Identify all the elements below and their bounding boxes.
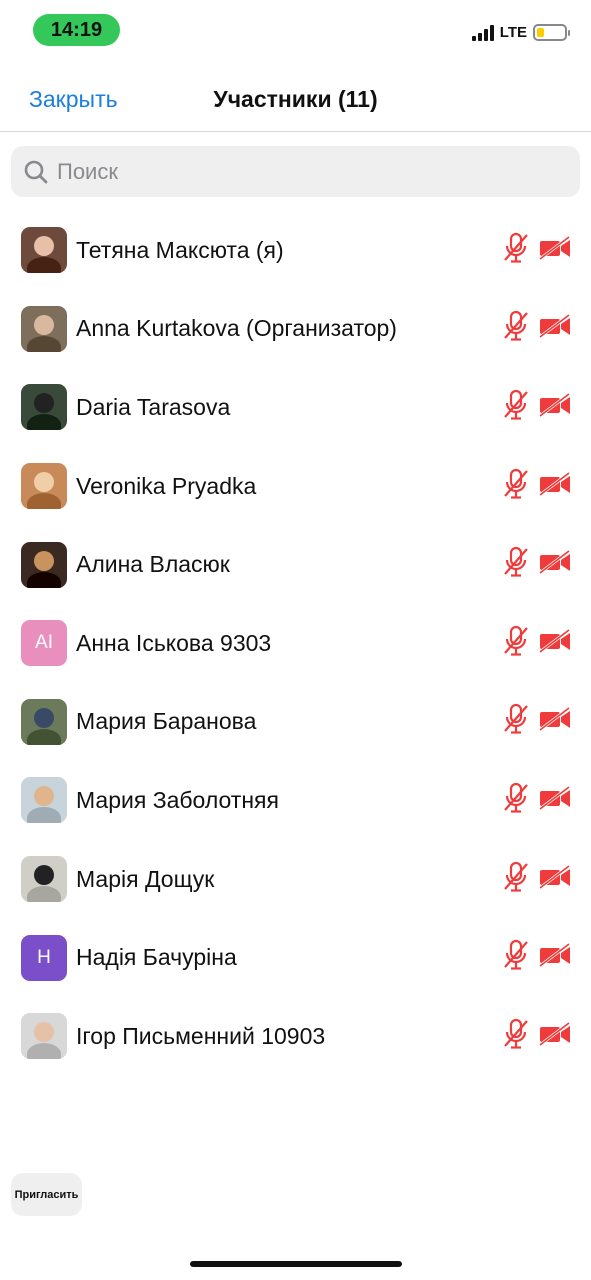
participant-status-icons (503, 703, 571, 740)
video-off-icon (539, 314, 571, 343)
avatar (21, 305, 67, 352)
status-time[interactable]: 14:19 (33, 14, 120, 46)
video-off-icon (539, 942, 571, 972)
battery-level (537, 28, 544, 37)
search-icon (24, 160, 48, 183)
avatar (21, 856, 67, 903)
video-off-icon (539, 392, 571, 422)
participant-name: Мария Баранова (76, 708, 257, 735)
search-bar[interactable] (11, 146, 580, 197)
participant-status-icons (503, 939, 571, 976)
avatar (21, 384, 67, 431)
mic-muted-icon (503, 546, 529, 583)
participant-row[interactable]: Тетяна Максюта (я) (0, 211, 591, 290)
participant-status-icons (503, 861, 571, 898)
network-type: LTE (499, 24, 527, 41)
video-off-icon (539, 235, 571, 265)
avatar (21, 777, 67, 824)
participant-name: Алина Власюк (76, 551, 230, 578)
invite-button[interactable]: Пригласить (11, 1173, 82, 1216)
avatar-initials: AI (35, 632, 53, 654)
avatar (21, 698, 67, 745)
participant-row[interactable]: Veronika Pryadka (0, 447, 591, 526)
header: Закрыть Участники (11) (0, 70, 591, 132)
participant-name: Daria Tarasova (76, 393, 231, 420)
mic-muted-icon (503, 232, 529, 269)
avatar: H (21, 934, 67, 981)
mic-muted-icon (503, 310, 529, 347)
participants-screen: 14:19 LTE Закрыть Участники (11) Тетяна … (0, 0, 591, 1280)
mic-muted-icon (503, 625, 529, 662)
participant-name: Veronika Pryadka (76, 472, 257, 499)
participant-name: Anna Kurtakova (Организатор) (76, 315, 397, 342)
participant-row[interactable]: Anna Kurtakova (Организатор) (0, 290, 591, 369)
participant-status-icons (503, 1018, 571, 1055)
participant-status-icons (503, 310, 571, 347)
video-off-icon (539, 1021, 571, 1051)
home-indicator[interactable] (190, 1261, 402, 1267)
mic-muted-icon (503, 468, 529, 505)
participant-status-icons (503, 232, 571, 269)
participant-name: Мария Заболотняя (76, 786, 279, 813)
participant-row[interactable]: Мария Заболотняя (0, 761, 591, 840)
status-indicators: LTE (471, 24, 570, 41)
avatar (21, 1013, 67, 1060)
page-title: Участники (11) (213, 86, 378, 112)
video-off-icon (539, 628, 571, 658)
avatar (21, 463, 67, 510)
video-off-icon (539, 549, 571, 579)
battery-icon (533, 24, 570, 41)
participants-list: Тетяна Максюта (я) Anna Kurtakova (Орган… (0, 211, 591, 1076)
participant-name: Надія Бачуріна (76, 944, 237, 971)
participant-name: Тетяна Максюта (я) (76, 236, 284, 263)
participant-name: Анна Іськова 9303 (76, 629, 272, 656)
mic-muted-icon (503, 389, 529, 426)
mic-muted-icon (503, 939, 529, 976)
avatar (21, 541, 67, 588)
mic-muted-icon (503, 782, 529, 819)
participant-row[interactable]: Daria Tarasova (0, 368, 591, 447)
participant-status-icons (503, 782, 571, 819)
signal-icon (471, 24, 494, 41)
search-input[interactable] (57, 158, 537, 185)
video-off-icon (539, 864, 571, 894)
avatar-initials: H (37, 946, 51, 968)
participant-status-icons (503, 625, 571, 662)
participant-status-icons (503, 546, 571, 583)
participant-status-icons (503, 468, 571, 505)
avatar (21, 227, 67, 274)
participant-name: Марія Дощук (76, 865, 215, 892)
mic-muted-icon (503, 861, 529, 898)
status-bar: 14:19 LTE (0, 0, 591, 60)
participant-row[interactable]: Марія Дощук (0, 840, 591, 919)
avatar: AI (21, 620, 67, 667)
participant-row[interactable]: AI Анна Іськова 9303 (0, 604, 591, 683)
mic-muted-icon (503, 703, 529, 740)
participant-row[interactable]: Ігор Письменний 10903 (0, 997, 591, 1076)
mic-muted-icon (503, 1018, 529, 1055)
participant-name: Ігор Письменний 10903 (76, 1022, 326, 1049)
participant-row[interactable]: Мария Баранова (0, 683, 591, 762)
participant-row[interactable]: Алина Власюк (0, 525, 591, 604)
participant-status-icons (503, 389, 571, 426)
video-off-icon (539, 707, 571, 736)
video-off-icon (539, 471, 571, 501)
video-off-icon (539, 785, 571, 815)
participant-row[interactable]: H Надія Бачуріна (0, 918, 591, 997)
